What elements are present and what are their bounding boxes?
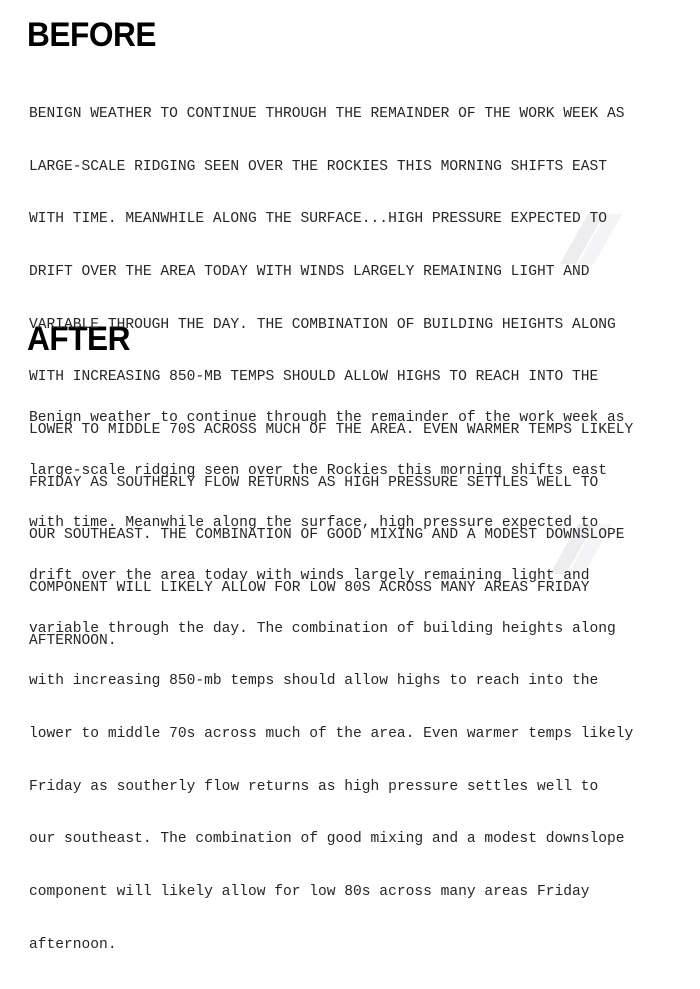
body-text-after: Benign weather to continue through the r… — [0, 375, 700, 989]
text-line: with time. Meanwhile along the surface, … — [29, 515, 599, 532]
text-line: DRIFT OVER THE AREA TODAY WITH WINDS LAR… — [29, 264, 590, 281]
text-line: Benign weather to continue through the r… — [29, 410, 625, 427]
section-after: AFTER Benign weather to continue through… — [0, 304, 700, 989]
page-root: BEFORE BENIGN WEATHER TO CONTINUE THROUG… — [0, 0, 700, 953]
text-line: VARIABLE THROUGH THE DAY. THE COMBINATIO… — [29, 316, 616, 333]
text-line: drift over the area today with winds lar… — [29, 568, 590, 585]
text-line: our southeast. The combination of good m… — [29, 831, 625, 848]
text-line: lower to middle 70s across much of the a… — [29, 725, 634, 742]
text-line: Friday as southerly flow returns as high… — [29, 778, 599, 795]
text-line: large-scale ridging seen over the Rockie… — [29, 462, 608, 479]
text-line: with increasing 850-mb temps should allo… — [29, 673, 599, 690]
text-line: BENIGN WEATHER TO CONTINUE THROUGH THE R… — [29, 106, 625, 123]
text-line: component will likely allow for low 80s … — [29, 883, 590, 900]
text-line: LARGE-SCALE RIDGING SEEN OVER THE ROCKIE… — [29, 158, 608, 175]
text-line: variable through the day. The combinatio… — [29, 620, 616, 637]
text-line: WITH TIME. MEANWHILE ALONG THE SURFACE..… — [29, 211, 608, 228]
text-line: afternoon. — [29, 936, 117, 953]
section-heading-before: BEFORE — [26, 16, 156, 54]
